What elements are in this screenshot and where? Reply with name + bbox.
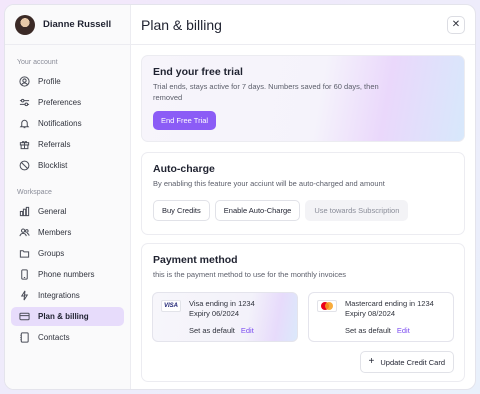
bell-icon xyxy=(19,118,30,129)
sidebar-item-label: Contacts xyxy=(38,333,70,342)
sidebar-item-members[interactable]: Members xyxy=(11,223,124,242)
payment-title: Payment method xyxy=(153,254,238,266)
sidebar-item-label: Blocklist xyxy=(38,161,68,170)
use-towards-subscription-button[interactable]: Use towards Subscription xyxy=(305,199,409,221)
page-header: Plan & billing ✕ xyxy=(131,5,475,45)
card-actions: Set as default Edit xyxy=(345,326,410,335)
account-section-label: Your account xyxy=(17,59,58,66)
sidebar-item-label: Groups xyxy=(38,249,65,258)
user-name: Dianne Russell xyxy=(43,19,112,30)
close-icon: ✕ xyxy=(451,19,461,30)
visa-card[interactable]: VISA Visa ending in 1234 Expiry 06/2024 … xyxy=(152,292,298,342)
autocharge-description: By enabling this feature your acciunt wi… xyxy=(153,179,385,188)
free-trial-card: End your free trial Trial ends, stays ac… xyxy=(141,55,465,142)
sidebar-item-blocklist[interactable]: Blocklist xyxy=(11,156,124,175)
sidebar-item-label: General xyxy=(38,207,67,216)
sidebar-item-general[interactable]: General xyxy=(11,202,124,221)
set-default-link[interactable]: Set as default xyxy=(189,326,235,335)
trial-description: Trial ends, stays active for 7 days. Num… xyxy=(153,82,379,102)
payment-method-card: Payment method this is the payment metho… xyxy=(141,243,465,382)
payment-description: this is the payment method to use for th… xyxy=(153,270,347,279)
update-credit-card-button[interactable]: + Update Credit Card xyxy=(359,351,454,373)
block-icon xyxy=(19,160,30,171)
edit-card-link[interactable]: Edit xyxy=(241,326,254,335)
sidebar-item-label: Referrals xyxy=(38,140,71,149)
book-icon xyxy=(19,332,30,343)
gift-icon xyxy=(19,139,30,150)
set-default-link[interactable]: Set as default xyxy=(345,326,391,335)
phone-icon xyxy=(19,269,30,280)
settings-window: Dianne Russell Your account Profile Pref… xyxy=(4,4,476,390)
sliders-icon xyxy=(19,97,30,108)
plus-icon: + xyxy=(368,356,375,367)
sidebar-item-label: Members xyxy=(38,228,72,237)
users-icon xyxy=(19,227,30,238)
sidebar-item-plan-billing[interactable]: Plan & billing xyxy=(11,307,124,326)
user-circle-icon xyxy=(19,76,30,87)
sidebar-item-label: Integrations xyxy=(38,291,80,300)
visa-logo-icon: VISA xyxy=(161,300,181,312)
workspace-section-label: Workspace xyxy=(17,189,52,196)
mastercard-card[interactable]: Mastercard ending in 1234 Expiry 08/2024… xyxy=(308,292,454,342)
chart-icon xyxy=(19,206,30,217)
payment-cards: VISA Visa ending in 1234 Expiry 06/2024 … xyxy=(152,292,454,342)
user-header[interactable]: Dianne Russell xyxy=(5,5,130,45)
credit-card-icon xyxy=(19,311,30,322)
card-expiry: Expiry 06/2024 xyxy=(189,309,240,319)
plug-icon xyxy=(19,290,30,301)
enable-auto-charge-button[interactable]: Enable Auto-Charge xyxy=(214,199,301,221)
avatar xyxy=(15,14,35,35)
sidebar-item-label: Profile xyxy=(38,77,61,86)
autocharge-actions: Buy Credits Enable Auto-Charge Use towar… xyxy=(153,199,453,221)
sidebar-item-phone-numbers[interactable]: Phone numbers xyxy=(11,265,124,284)
sidebar-item-profile[interactable]: Profile xyxy=(11,72,124,91)
mastercard-logo-icon xyxy=(317,300,337,312)
sidebar-item-referrals[interactable]: Referrals xyxy=(11,135,124,154)
folder-icon xyxy=(19,248,30,259)
sidebar-item-groups[interactable]: Groups xyxy=(11,244,124,263)
card-name: Mastercard ending in 1234 xyxy=(345,299,434,308)
sidebar-item-label: Preferences xyxy=(38,98,82,107)
update-credit-card-label: Update Credit Card xyxy=(380,357,445,367)
card-actions: Set as default Edit xyxy=(189,326,254,335)
card-expiry: Expiry 08/2024 xyxy=(345,309,396,319)
edit-card-link[interactable]: Edit xyxy=(397,326,410,335)
auto-charge-card: Auto-charge By enabling this feature you… xyxy=(141,152,465,235)
sidebar-item-integrations[interactable]: Integrations xyxy=(11,286,124,305)
sidebar-item-label: Plan & billing xyxy=(38,312,89,321)
card-name: Visa ending in 1234 xyxy=(189,299,255,308)
sidebar-item-preferences[interactable]: Preferences xyxy=(11,93,124,112)
sidebar-item-contacts[interactable]: Contacts xyxy=(11,328,124,347)
buy-credits-button[interactable]: Buy Credits xyxy=(153,199,210,221)
main-content: Plan & billing ✕ End your free trial Tri… xyxy=(131,5,475,389)
sidebar-item-notifications[interactable]: Notifications xyxy=(11,114,124,133)
page-title: Plan & billing xyxy=(141,16,222,33)
end-free-trial-button[interactable]: End Free Trial xyxy=(153,111,217,130)
sidebar-item-label: Notifications xyxy=(38,119,82,128)
close-button[interactable]: ✕ xyxy=(447,15,465,34)
trial-title: End your free trial xyxy=(153,66,243,78)
sidebar: Dianne Russell Your account Profile Pref… xyxy=(5,5,131,389)
autocharge-title: Auto-charge xyxy=(153,163,215,175)
sidebar-item-label: Phone numbers xyxy=(38,270,95,279)
